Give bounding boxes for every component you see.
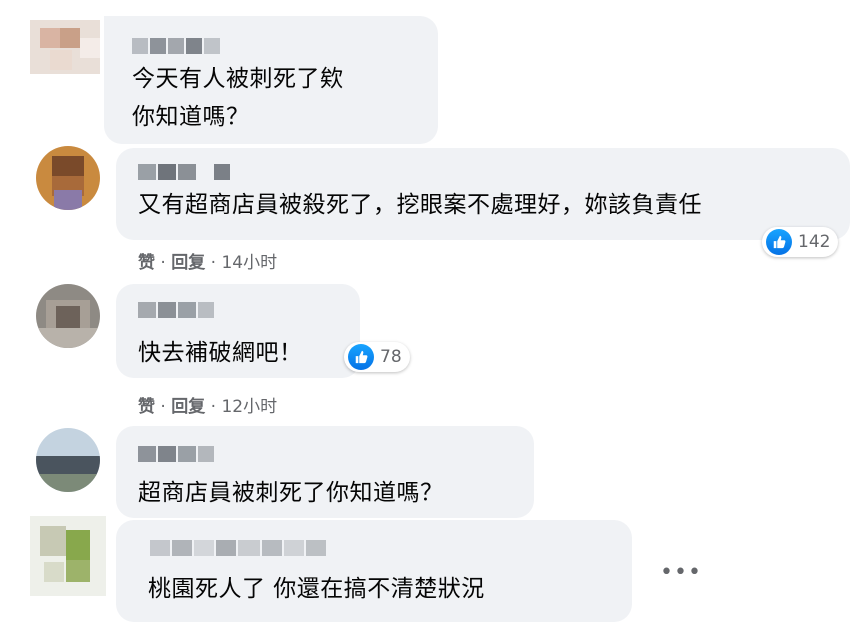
avatar[interactable] <box>36 146 100 210</box>
avatar[interactable] <box>36 428 100 492</box>
like-link[interactable]: 赞 <box>138 253 155 273</box>
comment-text-line: 又有超商店員被殺死了，挖眼案不處理好，妳該負責任 <box>138 192 702 218</box>
separator: · <box>210 253 217 273</box>
author-name[interactable] <box>132 38 222 54</box>
avatar[interactable] <box>30 516 106 596</box>
comment-text-line: 今天有人被刺死了欸 <box>132 66 344 92</box>
reply-link[interactable]: 回复 <box>171 253 205 273</box>
reaction-count: 142 <box>798 232 831 252</box>
timestamp[interactable]: 12小时 <box>221 397 277 417</box>
comment-text-line: 超商店員被刺死了你知道嗎？ <box>138 480 444 506</box>
comment-text-line: 你知道嗎？ <box>132 104 250 130</box>
comment-actions: 赞 · 回复 · 14小时 <box>138 248 277 273</box>
author-name[interactable] <box>138 302 216 318</box>
comment-actions: 赞 · 回复 · 12小时 <box>138 392 277 417</box>
comment-text-line: 快去補破網吧！ <box>138 340 303 366</box>
more-options-button[interactable]: ••• <box>660 560 702 585</box>
reaction-count-badge[interactable]: 142 <box>762 227 839 257</box>
reply-link[interactable]: 回复 <box>171 397 205 417</box>
separator: · <box>210 397 217 417</box>
avatar[interactable] <box>36 284 100 348</box>
author-name[interactable] <box>150 540 328 556</box>
author-name[interactable] <box>138 446 216 462</box>
like-link[interactable]: 赞 <box>138 397 155 417</box>
reaction-count: 78 <box>380 347 402 367</box>
author-name[interactable] <box>138 164 232 180</box>
avatar[interactable] <box>30 20 100 74</box>
comment-text-line: 桃園死人了 你還在搞不清楚狀況 <box>148 576 485 602</box>
thumbs-up-icon <box>348 344 374 370</box>
separator: · <box>160 397 166 417</box>
comment-bubble <box>116 520 632 622</box>
thumbs-up-icon <box>766 229 792 255</box>
separator: · <box>160 253 166 273</box>
timestamp[interactable]: 14小时 <box>221 253 277 273</box>
reaction-count-badge[interactable]: 78 <box>344 342 410 372</box>
